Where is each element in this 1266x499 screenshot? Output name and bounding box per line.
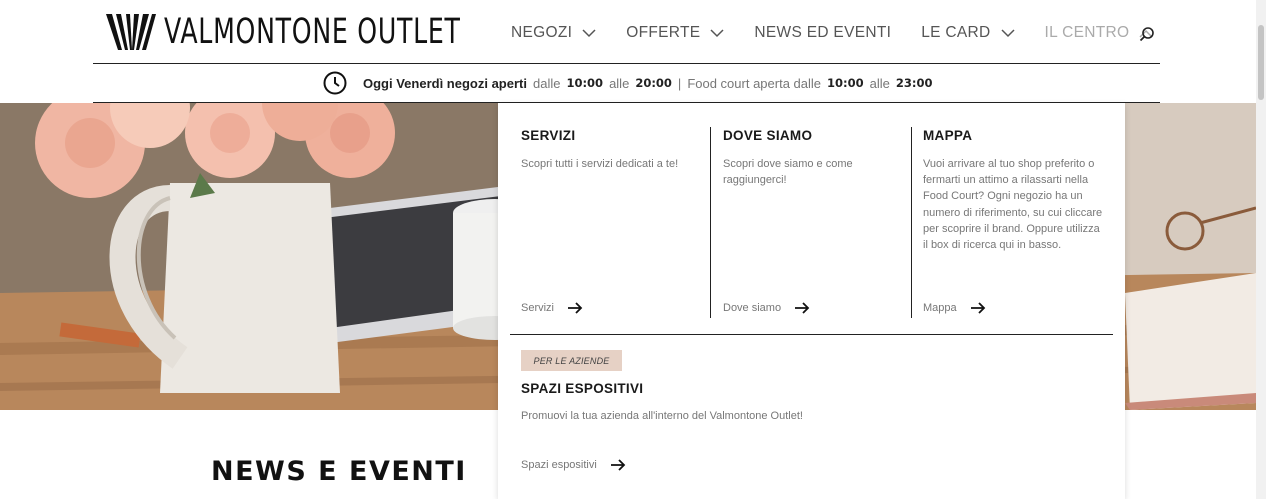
nav-label: NEWS ED EVENTI: [754, 24, 892, 41]
site-logo[interactable]: VALMONTONE OUTLET: [104, 10, 576, 54]
column-text: Vuoi arrivare al tuo shop preferito o fe…: [923, 158, 1103, 252]
nav-label: LE CARD: [921, 24, 991, 41]
column-divider: [710, 127, 711, 318]
hours-time-open: 10:00: [566, 76, 604, 90]
food-to: alle: [869, 75, 890, 91]
link-label: Spazi espositivi: [521, 459, 597, 471]
mappa-link[interactable]: Mappa: [923, 302, 986, 314]
logo-text: VALMONTONE OUTLET: [164, 12, 461, 52]
food-time-open: 10:00: [827, 76, 864, 90]
column-title: MAPPA: [923, 128, 973, 143]
nav-label: NEGOZI: [511, 24, 573, 41]
link-label: Servizi: [521, 302, 555, 314]
chevron-down-icon: [582, 28, 596, 37]
hours-from: dalle: [532, 75, 561, 91]
dropdown-column-servizi: SERVIZI Scopri tutti i servizi dedicati …: [521, 103, 701, 318]
spazi-espositivi-title: SPAZI ESPOSITIVI: [521, 381, 644, 396]
column-text: Scopri tutti i servizi dedicati a te!: [521, 158, 679, 170]
spazi-espositivi-text: Promuovi la tua azienda all'interno del …: [521, 410, 803, 422]
per-le-aziende-badge: PER LE AZIENDE: [521, 350, 622, 371]
site-header: VALMONTONE OUTLET NEGOZI OFFERTE NEWS ED…: [0, 0, 1256, 103]
nav-item-negozi[interactable]: NEGOZI: [511, 24, 596, 42]
nav-item-le-card[interactable]: LE CARD: [921, 24, 1015, 42]
dove-siamo-link[interactable]: Dove siamo: [723, 302, 810, 314]
spazi-espositivi-link[interactable]: Spazi espositivi: [521, 459, 626, 471]
chevron-down-icon: [1000, 28, 1015, 37]
dropdown-divider: [510, 334, 1113, 335]
hours-time-close: 20:00: [635, 76, 672, 90]
nav-item-offerte[interactable]: OFFERTE: [626, 24, 724, 42]
dropdown-column-dove-siamo: DOVE SIAMO Scopri dove siamo e come ragg…: [723, 103, 903, 318]
nav-label: IL CENTRO: [1044, 24, 1130, 41]
link-label: Dove siamo: [723, 302, 782, 314]
search-icon[interactable]: [1139, 26, 1155, 42]
food-court-text: Food court aperta dalle: [687, 75, 822, 91]
opening-hours-bar: Oggi Venerdì negozi aperti dalle 10:00 a…: [323, 71, 932, 95]
nav-item-il-centro[interactable]: IL CENTRO: [1045, 24, 1154, 42]
dropdown-column-mappa: MAPPA Vuoi arrivare al tuo shop preferit…: [923, 103, 1108, 318]
column-divider: [911, 127, 912, 318]
arrow-right-icon: [568, 302, 583, 314]
header-divider-top: [93, 63, 1160, 64]
column-title: DOVE SIAMO: [723, 128, 813, 143]
clock-icon: [323, 71, 347, 95]
column-title: SERVIZI: [521, 128, 576, 143]
chevron-down-icon: [710, 28, 724, 37]
arrow-right-icon: [970, 302, 985, 314]
hours-separator: |: [677, 75, 682, 91]
news-section-title: NEWS E EVENTI: [211, 456, 467, 487]
arrow-right-icon: [610, 459, 626, 471]
logo-mark-icon: [106, 14, 156, 50]
link-label: Mappa: [923, 302, 957, 314]
nav-item-news-ed-eventi[interactable]: NEWS ED EVENTI: [754, 24, 891, 42]
main-nav: NEGOZI OFFERTE NEWS ED EVENTI LE CARD IL…: [511, 22, 1183, 44]
arrow-right-icon: [795, 302, 810, 314]
food-time-close: 23:00: [895, 76, 933, 90]
il-centro-dropdown: SERVIZI Scopri tutti i servizi dedicati …: [498, 103, 1125, 499]
hours-open-text: Oggi Venerdì negozi aperti: [363, 75, 527, 91]
column-text: Scopri dove siamo e come raggiungerci!: [723, 158, 853, 187]
nav-label: OFFERTE: [626, 24, 701, 41]
hours-to: alle: [609, 75, 630, 91]
scrollbar-thumb[interactable]: [1258, 25, 1264, 100]
servizi-link[interactable]: Servizi: [521, 302, 583, 314]
